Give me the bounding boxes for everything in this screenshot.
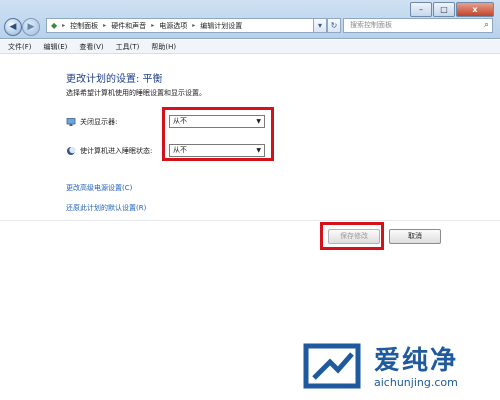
sleep-value: 从不	[173, 146, 187, 154]
watermark-logo-icon	[303, 343, 361, 389]
display-off-text: 关闭显示器:	[80, 118, 118, 126]
sleep-text: 使计算机进入睡眠状态:	[80, 147, 153, 155]
display-off-label: 关闭显示器:	[66, 117, 117, 127]
display-off-value: 从不	[173, 117, 187, 125]
menu-tools[interactable]: 工具(T)	[116, 40, 140, 53]
menu-file[interactable]: 文件(F)	[8, 40, 32, 53]
window-controls: – □ x	[410, 2, 494, 17]
breadcrumb-separator: ▸	[151, 22, 155, 29]
back-button[interactable]: ◀	[4, 18, 22, 36]
breadcrumb-separator: ▸	[103, 22, 107, 29]
sleep-select[interactable]: 从不 ▼	[169, 144, 265, 157]
maximize-button[interactable]: □	[433, 2, 455, 17]
minimize-button[interactable]: –	[410, 2, 432, 17]
restore-defaults-link[interactable]: 还原此计划的默认设置(R)	[66, 203, 146, 213]
menu-edit[interactable]: 编辑(E)	[44, 40, 68, 53]
control-panel-icon: ◆	[51, 21, 58, 30]
chevron-down-icon: ▼	[256, 147, 261, 154]
watermark-url: aichunjing.com	[374, 376, 458, 389]
menu-bar: 文件(F) 编辑(E) 查看(V) 工具(T) 帮助(H)	[0, 40, 500, 54]
refresh-button[interactable]: ↻	[327, 18, 341, 33]
chevron-down-icon: ▾	[317, 21, 322, 30]
close-button[interactable]: x	[456, 2, 494, 17]
breadcrumb-edit-plan[interactable]: 编辑计划设置	[200, 21, 242, 31]
moon-icon	[67, 146, 76, 155]
breadcrumb-separator: ▸	[62, 22, 66, 29]
page-description: 选择希望计算机使用的睡眠设置和显示设置。	[66, 89, 206, 97]
breadcrumb-separator: ▸	[192, 22, 196, 29]
page-title: 更改计划的设置: 平衡	[66, 74, 163, 85]
menu-view[interactable]: 查看(V)	[79, 40, 103, 53]
divider	[0, 220, 500, 221]
refresh-icon: ↻	[330, 21, 338, 30]
search-input[interactable]: 搜索控制面板	[343, 18, 493, 33]
chevron-down-icon: ▼	[256, 118, 261, 125]
save-button[interactable]: 保存修改	[328, 229, 380, 244]
address-dropdown-button[interactable]: ▾	[313, 18, 327, 33]
display-off-select[interactable]: 从不 ▼	[169, 115, 265, 128]
search-icon[interactable]: ⌕	[484, 20, 494, 30]
menu-help[interactable]: 帮助(H)	[151, 40, 176, 53]
breadcrumb-power-options[interactable]: 电源选项	[159, 21, 187, 31]
breadcrumb-control-panel[interactable]: 控制面板	[70, 21, 98, 31]
cancel-button[interactable]: 取消	[389, 229, 441, 244]
address-bar[interactable]: ◆ ▸ 控制面板 ▸ 硬件和声音 ▸ 电源选项 ▸ 编辑计划设置	[46, 18, 314, 33]
forward-button[interactable]: ▶	[22, 18, 40, 36]
sleep-label: 使计算机进入睡眠状态:	[66, 146, 152, 156]
advanced-power-settings-link[interactable]: 更改高级电源设置(C)	[66, 183, 132, 193]
monitor-icon	[66, 118, 76, 126]
breadcrumb-hardware-sound[interactable]: 硬件和声音	[111, 21, 146, 31]
watermark-brand: 爱纯净	[374, 346, 459, 376]
